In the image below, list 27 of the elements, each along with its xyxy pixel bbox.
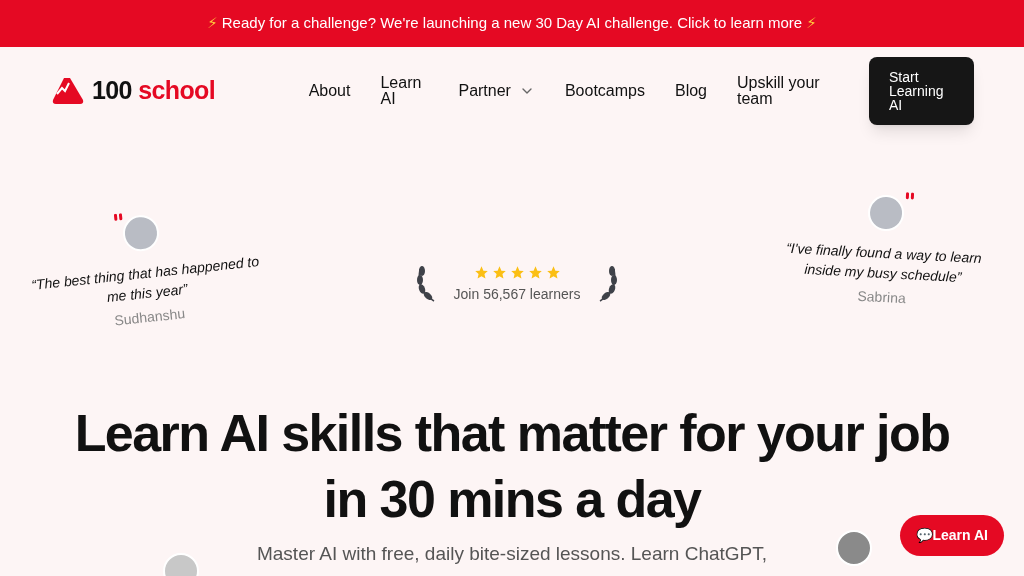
quote-mark-icon (112, 213, 124, 224)
chat-button-label: Learn AI (932, 526, 988, 545)
bolt-icon: ⚡ (806, 12, 817, 35)
avatar (836, 530, 872, 566)
star-icon (473, 265, 489, 280)
nav-link[interactable]: About (308, 83, 351, 99)
banner-text: Ready for a challenge? We're launching a new 30 Day AI challenge. Click to learn more (221, 13, 803, 34)
hero-subtitle: Master AI with free, daily bite-sized lessons. Learn ChatGPT, (256, 542, 768, 566)
star-icon (545, 265, 561, 280)
nav-link[interactable]: Blog (674, 83, 707, 99)
star-icon (509, 265, 525, 280)
testimonial-author: Sabrina (856, 286, 907, 309)
learner-count: Join 56,567 learners (453, 285, 581, 304)
logo-text[interactable]: 100 school (92, 72, 215, 110)
star-icon (491, 265, 507, 280)
testimonial-quote: “I've finally found a way to learn inside my busy schedule” (784, 238, 984, 288)
nav-link[interactable]: Learn AI (380, 75, 429, 107)
mountain-logo-icon (52, 77, 84, 105)
nav-link[interactable]: Bootcamps (564, 83, 645, 99)
nav-link[interactable]: Partner (458, 83, 535, 99)
speech-bubble-icon: 💬 (915, 525, 933, 546)
star-icon (527, 265, 543, 280)
start-learning-button[interactable]: Start Learning AI (869, 57, 974, 125)
announcement-banner[interactable]: ⚡ Ready for a challenge? We're launching a new 30 Day AI challenge. Click to learn more ⚡ (0, 0, 1024, 47)
nav-link[interactable]: Upskill your team (737, 75, 837, 107)
chat-button[interactable]: 💬Learn AI (899, 515, 1004, 556)
bolt-icon: ⚡ (207, 12, 218, 35)
